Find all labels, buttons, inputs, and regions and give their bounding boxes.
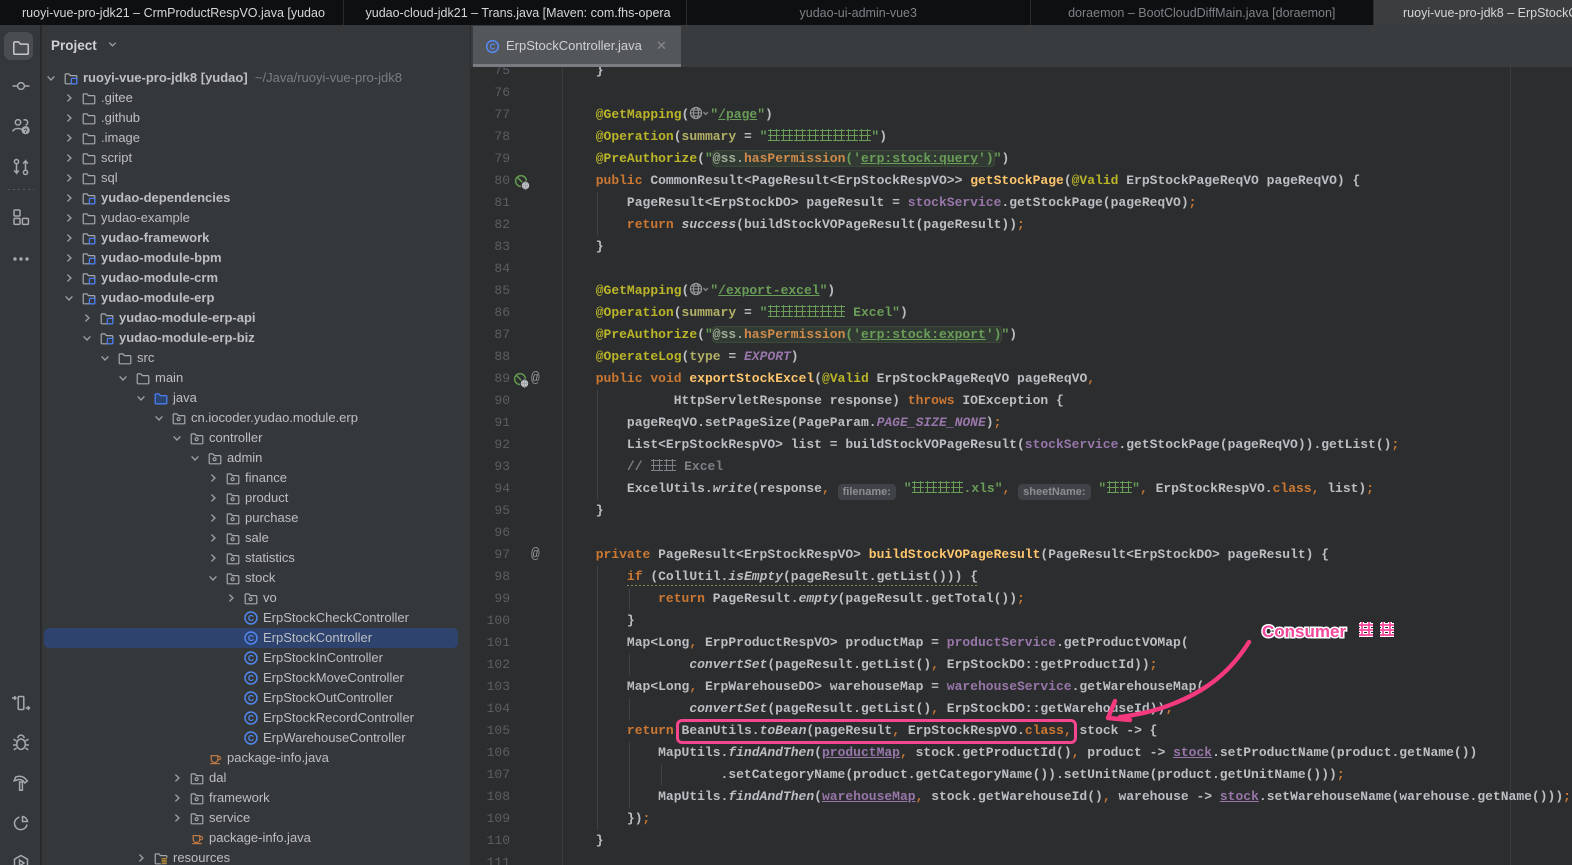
- svg-text:C: C: [248, 673, 254, 683]
- svg-text:C: C: [248, 613, 254, 623]
- svg-text:C: C: [490, 42, 496, 51]
- svg-text:C: C: [248, 633, 254, 643]
- svg-text:C: C: [248, 733, 254, 743]
- svg-text:C: C: [248, 693, 254, 703]
- svg-text:C: C: [248, 713, 254, 723]
- svg-text:?: ?: [24, 128, 28, 135]
- svg-text:Consumer: Consumer: [1262, 622, 1346, 641]
- svg-text:C: C: [248, 653, 254, 663]
